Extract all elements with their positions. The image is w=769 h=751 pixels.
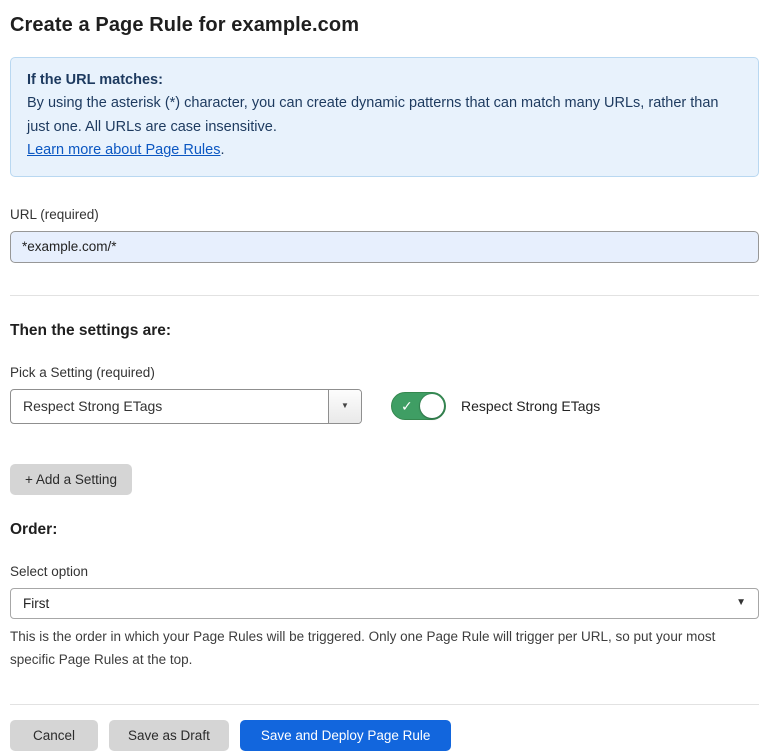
url-match-info-box: If the URL matches: By using the asteris… <box>10 57 759 177</box>
page-title: Create a Page Rule for example.com <box>10 14 759 37</box>
info-box-heading: If the URL matches: <box>27 69 742 92</box>
add-setting-button[interactable]: + Add a Setting <box>10 464 132 495</box>
footer-divider <box>10 704 759 705</box>
toggle-label: Respect Strong ETags <box>461 398 600 414</box>
toggle-knob <box>420 394 444 418</box>
order-select-value: First <box>23 596 49 611</box>
save-deploy-button[interactable]: Save and Deploy Page Rule <box>240 720 452 751</box>
etags-toggle[interactable]: ✓ <box>391 392 446 420</box>
select-option-label: Select option <box>10 564 759 579</box>
create-page-rule-page: Create a Page Rule for example.com If th… <box>0 0 769 751</box>
setting-row: Respect Strong ETags ▼ ✓ Respect Strong … <box>10 389 759 424</box>
url-label: URL (required) <box>10 207 759 222</box>
check-icon: ✓ <box>401 399 413 413</box>
url-input[interactable] <box>10 231 759 263</box>
pick-setting-label: Pick a Setting (required) <box>10 365 759 380</box>
section-divider <box>10 295 759 296</box>
settings-section-heading: Then the settings are: <box>10 322 759 340</box>
order-section-heading: Order: <box>10 521 759 539</box>
cancel-button[interactable]: Cancel <box>10 720 98 751</box>
info-box-link-line: Learn more about Page Rules. <box>27 139 742 162</box>
chevron-down-icon: ▼ <box>341 402 349 410</box>
learn-more-link[interactable]: Learn more about Page Rules <box>27 142 220 158</box>
link-period: . <box>220 142 224 158</box>
save-draft-button[interactable]: Save as Draft <box>109 720 229 751</box>
setting-select[interactable]: Respect Strong ETags ▼ <box>10 389 362 424</box>
footer-actions: Cancel Save as Draft Save and Deploy Pag… <box>10 720 759 751</box>
info-box-body: By using the asterisk (*) character, you… <box>27 92 742 139</box>
setting-select-value: Respect Strong ETags <box>11 390 328 423</box>
order-help-text: This is the order in which your Page Rul… <box>10 626 759 672</box>
setting-select-caret-button[interactable]: ▼ <box>328 390 361 423</box>
chevron-down-icon: ▼ <box>736 598 746 608</box>
order-select[interactable]: First ▼ <box>10 588 759 619</box>
